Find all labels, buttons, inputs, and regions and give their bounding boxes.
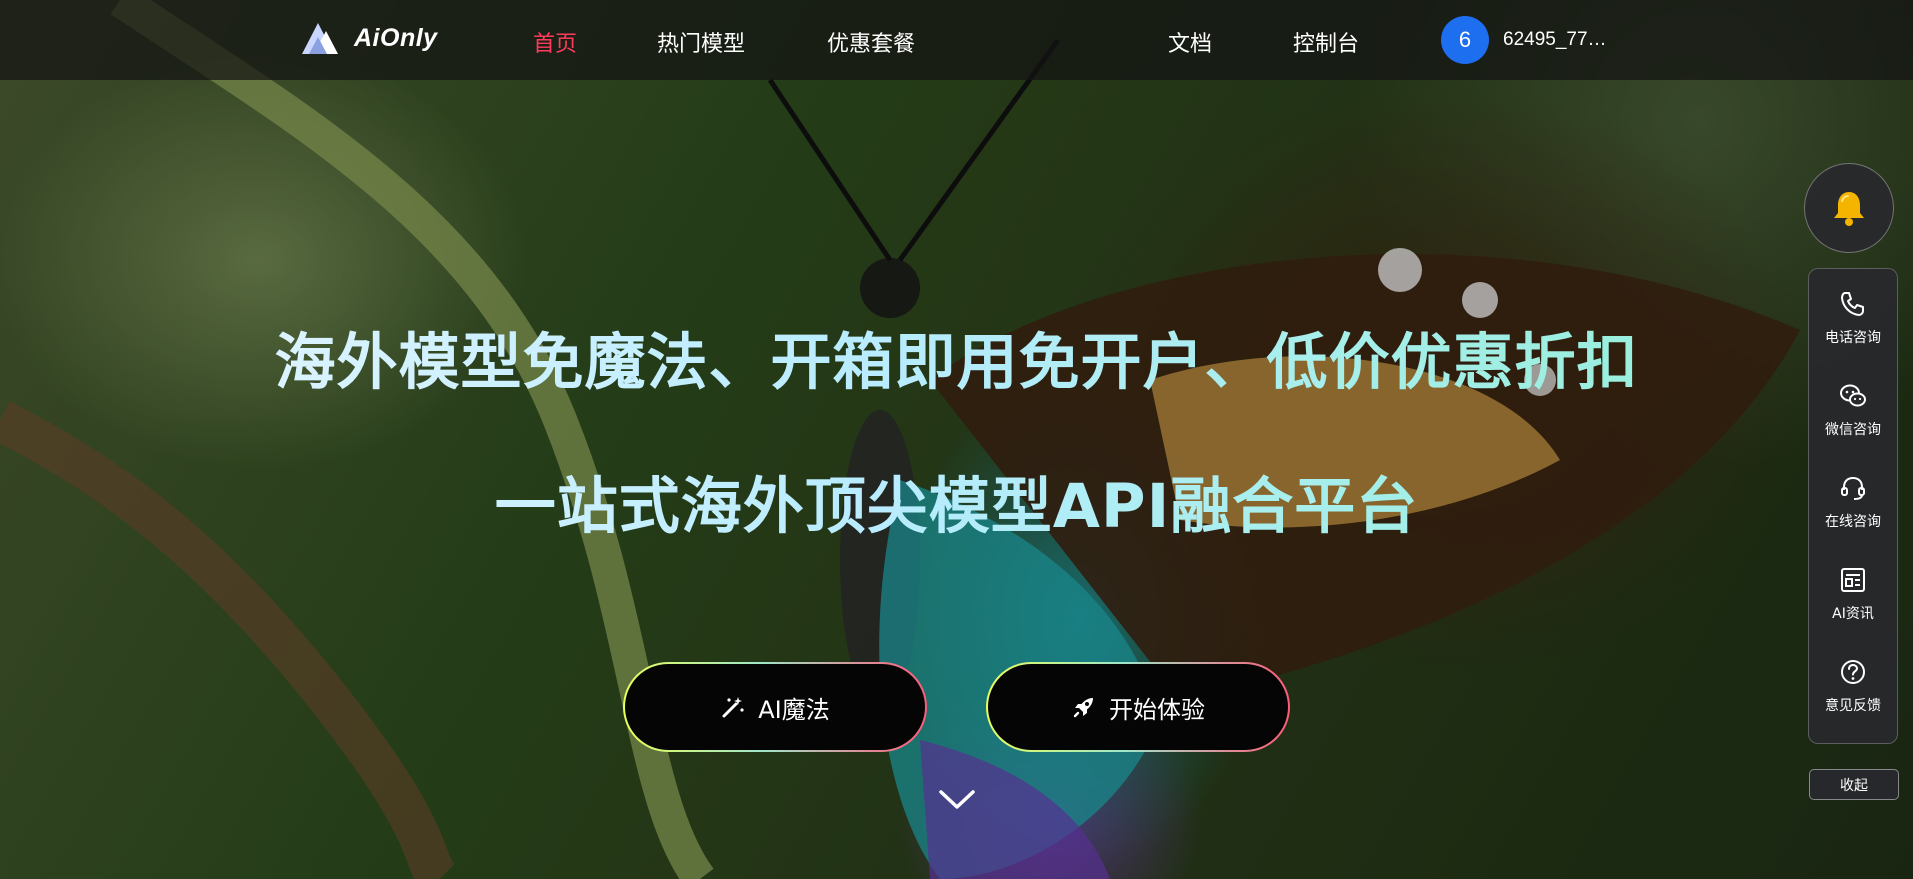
start-experience-button[interactable]: 开始体验 — [986, 662, 1290, 752]
bell-icon — [1834, 192, 1864, 226]
hero-subheadline: 一站式海外顶尖模型API融合平台 — [0, 456, 1913, 545]
sidebar-item-wechat[interactable]: 微信咨询 — [1808, 375, 1898, 467]
wechat-icon — [1840, 384, 1866, 407]
start-experience-button-body: 开始体验 — [988, 664, 1288, 750]
brand-logo[interactable]: AiOnly — [300, 20, 438, 56]
nav-popular-models[interactable]: 热门模型 — [657, 26, 745, 58]
sidebar-label-online: 在线咨询 — [1825, 514, 1881, 530]
user-avatar[interactable]: 6 — [1441, 16, 1489, 64]
nav-docs[interactable]: 文档 — [1168, 26, 1212, 58]
sidebar-item-feedback[interactable]: 意见反馈 — [1808, 651, 1898, 743]
sidebar-item-online[interactable]: 在线咨询 — [1808, 467, 1898, 559]
logo-icon — [302, 23, 338, 54]
start-experience-label: 开始体验 — [1109, 695, 1205, 724]
phone-icon — [1841, 292, 1864, 316]
hero-overlay — [0, 0, 1913, 879]
brand-name: AiOnly — [354, 23, 438, 52]
ai-magic-button-body: AI魔法 — [625, 664, 925, 750]
sidebar-label-feedback: 意见反馈 — [1825, 698, 1881, 714]
rocket-icon — [1073, 698, 1093, 718]
ai-magic-button[interactable]: AI魔法 — [623, 662, 927, 752]
top-navigation-bar: AiOnly 首页 热门模型 优惠套餐 文档 控制台 6 62495_77… — [0, 0, 1913, 80]
sidebar-label-ai-news: AI资讯 — [1832, 606, 1874, 622]
user-name[interactable]: 62495_77… — [1503, 29, 1607, 51]
headset-icon — [1841, 476, 1865, 500]
ai-magic-label: AI魔法 — [758, 695, 830, 724]
floating-contact-panel: 电话咨询 微信咨询 在线咨询 AI资讯 意见反馈 — [1808, 268, 1898, 744]
magic-wand-icon — [722, 697, 744, 718]
notification-button[interactable] — [1804, 163, 1894, 253]
news-icon — [1841, 568, 1865, 592]
nav-home[interactable]: 首页 — [533, 26, 577, 58]
hero-headline: 海外模型免魔法、开箱即用免开户、低价优惠折扣 — [0, 312, 1913, 401]
sidebar-item-ai-news[interactable]: AI资讯 — [1808, 559, 1898, 651]
collapse-button[interactable]: 收起 — [1809, 769, 1899, 800]
nav-console[interactable]: 控制台 — [1293, 26, 1359, 58]
sidebar-label-wechat: 微信咨询 — [1825, 422, 1881, 438]
chevron-down-icon[interactable] — [938, 788, 976, 812]
nav-discount-packages[interactable]: 优惠套餐 — [827, 26, 915, 58]
sidebar-item-phone[interactable]: 电话咨询 — [1808, 283, 1898, 375]
help-icon — [1841, 660, 1865, 684]
sidebar-label-phone: 电话咨询 — [1825, 330, 1881, 346]
